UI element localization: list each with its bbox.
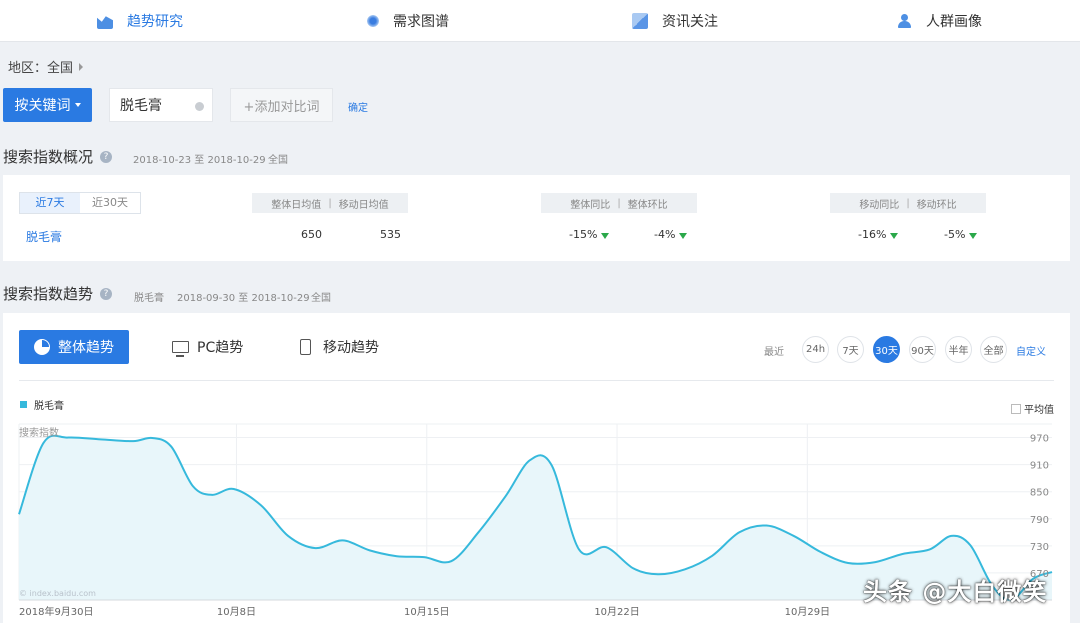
x-tick-label: 2018年9月30日 xyxy=(19,605,94,618)
x-tick-label: 10月29日 xyxy=(785,606,830,618)
y-tick-label: 850 xyxy=(1030,488,1049,499)
x-tick-label: 10月15日 xyxy=(404,606,449,618)
y-tick-label: 970 xyxy=(1030,434,1049,445)
source-watermark: 头条 @大白微笑 xyxy=(863,578,1048,606)
x-tick-label: 10月22日 xyxy=(594,606,639,618)
y-tick-label: 730 xyxy=(1030,542,1049,553)
trend-chart: 6707307908509109702018年9月30日 10月8日 10月15日 1… xyxy=(18,423,1053,618)
chart-watermark: © index.baidu.com xyxy=(19,589,96,598)
y-tick-label: 910 xyxy=(1030,461,1049,472)
y-tick-label: 790 xyxy=(1030,515,1049,526)
y-axis-label: 搜索指数 xyxy=(19,426,59,439)
x-tick-label: 10月8日 xyxy=(217,606,256,618)
